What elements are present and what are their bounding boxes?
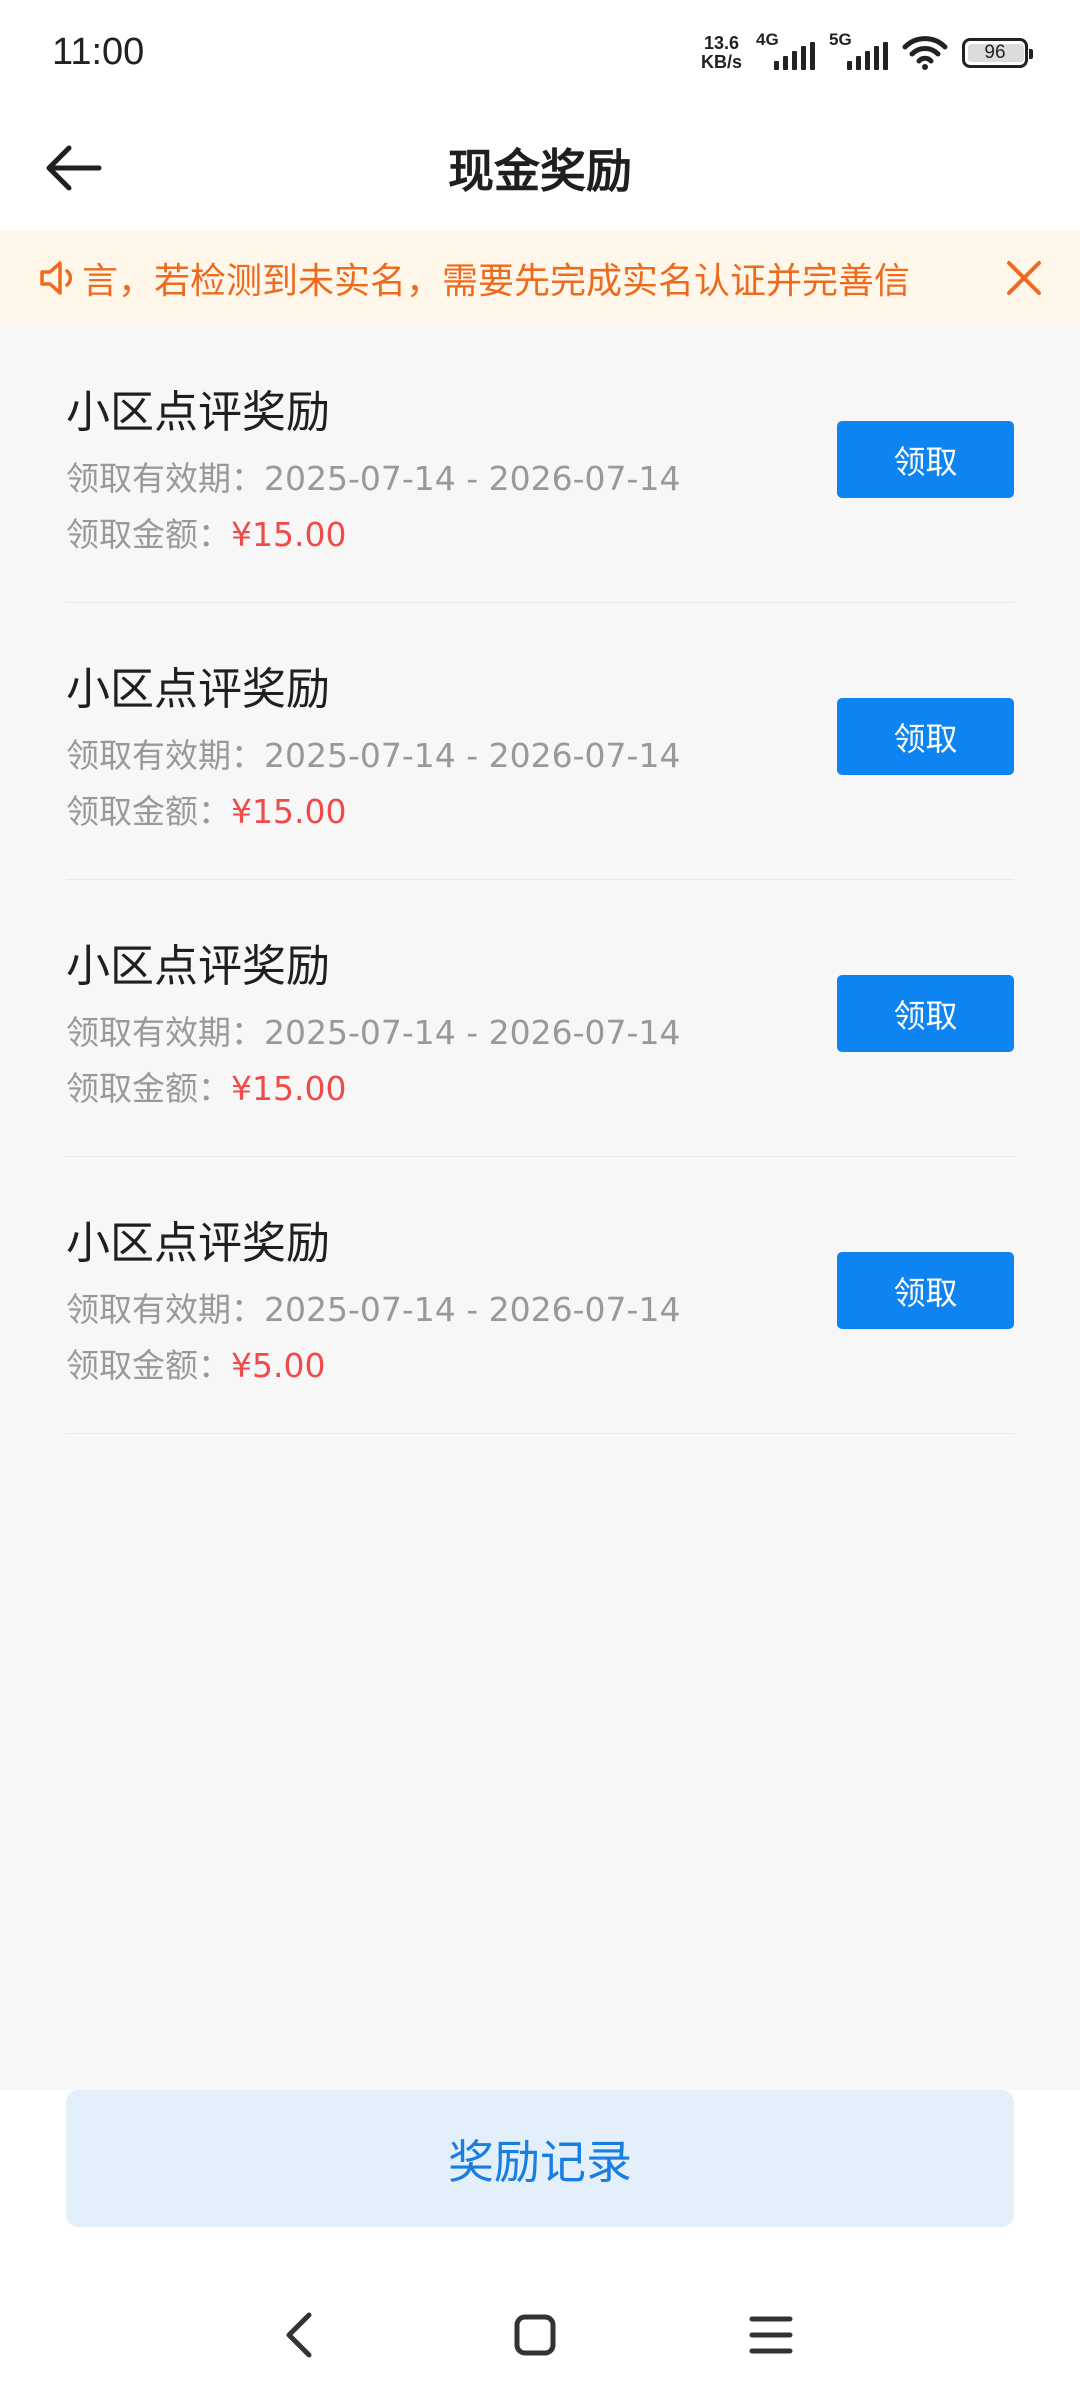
notice-bar: 言，若检测到未实名，需要先完成实名认证并完善信 (0, 230, 1080, 326)
network-speed-value: 13.6 (703, 32, 740, 53)
arrow-left-icon (46, 145, 102, 191)
reward-title: 小区点评奖励 (66, 387, 330, 438)
validity-value: 2025-07-14 - 2026-07-14 (264, 1013, 681, 1052)
sim2-label: 5G (829, 29, 852, 49)
reward-amount: ¥5.00 (231, 1346, 326, 1385)
signal-5g-icon: 5G (829, 30, 888, 70)
validity-value: 2025-07-14 - 2026-07-14 (264, 736, 681, 775)
signal-4g-icon: 4G (756, 30, 815, 70)
validity-label: 领取有效期： (66, 1290, 264, 1329)
reward-validity: 领取有效期：2025-07-14 - 2026-07-14 (66, 1283, 680, 1331)
amount-label: 领取金额： (66, 792, 231, 831)
reward-title: 小区点评奖励 (66, 1218, 330, 1269)
amount-label: 领取金额： (66, 515, 231, 554)
claim-button[interactable]: 领取 (837, 1252, 1014, 1329)
nav-back-icon (286, 2312, 312, 2358)
status-bar: 11:00 13.6 KB/s 4G 5G 96 (0, 0, 1080, 105)
validity-label: 领取有效期： (66, 459, 264, 498)
reward-item: 小区点评奖励 领取有效期：2025-07-14 - 2026-07-14 领取金… (66, 326, 1014, 603)
reward-title: 小区点评奖励 (66, 941, 330, 992)
wifi-icon (902, 35, 948, 70)
reward-amount: ¥15.00 (231, 515, 347, 554)
reward-title: 小区点评奖励 (66, 664, 330, 715)
reward-list: 小区点评奖励 领取有效期：2025-07-14 - 2026-07-14 领取金… (66, 326, 1014, 1434)
close-icon (1007, 261, 1041, 295)
reward-item: 小区点评奖励 领取有效期：2025-07-14 - 2026-07-14 领取金… (66, 1157, 1014, 1434)
nav-menu-button[interactable] (736, 2300, 806, 2370)
battery-level: 96 (984, 41, 1006, 63)
status-time: 11:00 (52, 31, 145, 73)
claim-button[interactable]: 领取 (837, 975, 1014, 1052)
claim-button[interactable]: 领取 (837, 421, 1014, 498)
nav-home-button[interactable] (500, 2300, 570, 2370)
reward-validity: 领取有效期：2025-07-14 - 2026-07-14 (66, 1006, 680, 1054)
notice-text: 言，若检测到未实名，需要先完成实名认证并完善信 (82, 261, 911, 302)
network-speed: 13.6 KB/s (700, 32, 742, 72)
notice-close-button[interactable] (1000, 254, 1048, 302)
reward-amount-row: 领取金额：¥15.00 (66, 785, 346, 833)
reward-amount-row: 领取金额：¥15.00 (66, 1062, 346, 1110)
reward-records-button[interactable]: 奖励记录 (66, 2090, 1014, 2227)
battery-icon: 96 (962, 37, 1033, 68)
validity-value: 2025-07-14 - 2026-07-14 (264, 459, 681, 498)
reward-validity: 领取有效期：2025-07-14 - 2026-07-14 (66, 729, 680, 777)
reward-validity: 领取有效期：2025-07-14 - 2026-07-14 (66, 452, 680, 500)
claim-button[interactable]: 领取 (837, 698, 1014, 775)
sim1-label: 4G (756, 29, 779, 49)
validity-label: 领取有效期： (66, 1013, 264, 1052)
reward-amount-row: 领取金额：¥15.00 (66, 508, 346, 556)
status-icons: 13.6 KB/s 4G 5G 96 (700, 30, 1033, 72)
amount-label: 领取金额： (66, 1346, 231, 1385)
notice-marquee: 言，若检测到未实名，需要先完成实名认证并完善信 (82, 252, 958, 304)
reward-amount: ¥15.00 (231, 1069, 347, 1108)
validity-value: 2025-07-14 - 2026-07-14 (264, 1290, 681, 1329)
page-title: 现金奖励 (448, 143, 632, 198)
network-speed-unit: KB/s (700, 51, 742, 72)
speaker-icon (38, 256, 82, 300)
amount-label: 领取金额： (66, 1069, 231, 1108)
app-header: 现金奖励 (0, 105, 1080, 230)
nav-back-button[interactable] (264, 2300, 334, 2370)
reward-item: 小区点评奖励 领取有效期：2025-07-14 - 2026-07-14 领取金… (66, 880, 1014, 1157)
validity-label: 领取有效期： (66, 736, 264, 775)
reward-amount-row: 领取金额：¥5.00 (66, 1339, 325, 1387)
cash-reward-page: 11:00 13.6 KB/s 4G 5G 96 现金奖励 言，若检测到未实名，… (0, 0, 1080, 2400)
reward-amount: ¥15.00 (231, 792, 347, 831)
back-button[interactable] (38, 133, 108, 203)
reward-item: 小区点评奖励 领取有效期：2025-07-14 - 2026-07-14 领取金… (66, 603, 1014, 880)
nav-menu-icon (749, 2316, 793, 2354)
nav-home-icon (514, 2314, 556, 2356)
